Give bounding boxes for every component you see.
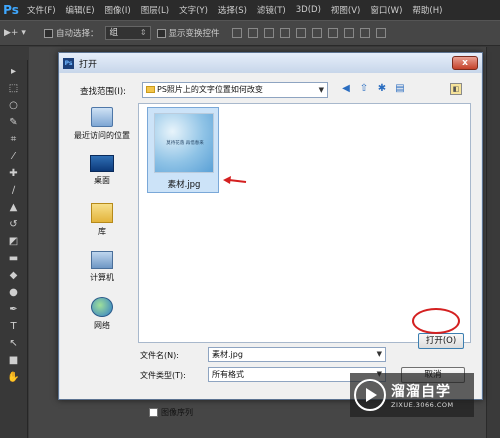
hand-icon[interactable]: ✋ — [6, 372, 22, 384]
history-brush-icon[interactable]: ↺ — [6, 219, 22, 231]
menu-window[interactable]: 窗口(W) — [365, 4, 407, 16]
library-icon — [91, 203, 113, 223]
menu-bar: Ps 文件(F) 编辑(E) 图像(I) 图层(L) 文字(Y) 选择(S) 滤… — [0, 0, 500, 20]
dodge-icon[interactable]: ● — [6, 287, 22, 299]
distribute-middle-icon[interactable] — [343, 28, 354, 38]
file-list: 莫待花落 再惜春来 素材.jpg — [138, 103, 471, 343]
menu-view[interactable]: 视图(V) — [326, 4, 365, 16]
toolbox: ▸ ⬚ ○ ✎ ⌗ ⁄ ✚ ∕ ▲ ↺ ◩ ▬ ◆ ● ✒ T ↖ ■ ✋ — [0, 60, 28, 438]
distribute-top-icon[interactable] — [327, 28, 338, 38]
file-name-label: 素材.jpg — [167, 180, 201, 190]
red-arrow-annotation — [223, 176, 247, 184]
menu-help[interactable]: 帮助(H) — [407, 4, 447, 16]
show-transform-checkbox[interactable]: 显示变换控件 — [156, 27, 220, 39]
menu-layer[interactable]: 图层(L) — [136, 4, 174, 16]
align-buttons — [231, 28, 386, 38]
look-in-label: 查找范围(I): — [80, 87, 127, 97]
quick-select-icon[interactable]: ✎ — [6, 117, 22, 129]
align-middle-icon[interactable] — [247, 28, 258, 38]
checkbox-icon — [149, 408, 158, 417]
align-left-icon[interactable] — [279, 28, 290, 38]
filetype-label: 文件类型(T): — [140, 371, 186, 380]
menu-type[interactable]: 文字(Y) — [174, 4, 213, 16]
tool-preset-picker[interactable]: ▶+ ▾ — [4, 28, 38, 38]
stamp-icon[interactable]: ▲ — [6, 202, 22, 214]
place-desktop[interactable]: 桌面 — [68, 155, 136, 186]
type-icon[interactable]: T — [6, 321, 22, 333]
move-icon[interactable]: ▸ — [6, 66, 22, 78]
align-center-icon[interactable] — [295, 28, 306, 38]
menu-filter[interactable]: 滤镜(T) — [252, 4, 291, 16]
thumbnail-text: 莫待花落 再惜春来 — [166, 141, 204, 146]
red-circle-annotation — [412, 308, 460, 334]
up-folder-icon[interactable]: ⇧ — [358, 83, 370, 95]
options-bar: ▶+ ▾ 自动选择： 组 显示变换控件 — [0, 20, 500, 46]
folder-icon — [146, 86, 155, 93]
image-sequence-checkbox[interactable]: 图像序列 — [149, 407, 193, 418]
menu-3d[interactable]: 3D(D) — [291, 5, 326, 15]
watermark: 溜溜自学 ZIXUE.3066.COM — [350, 373, 474, 417]
open-dialog: Ps 打开 x 查找范围(I): PS照片上的文字位置如何改变 ▼ ◀ ⇧ ✱ … — [58, 52, 483, 417]
gradient-icon[interactable]: ▬ — [6, 253, 22, 265]
watermark-url: ZIXUE.3066.COM — [391, 401, 454, 409]
auto-select-dropdown[interactable]: 组 — [104, 26, 151, 40]
image-thumbnail: 莫待花落 再惜春来 — [154, 113, 214, 173]
place-computer[interactable]: 计算机 — [68, 251, 136, 283]
menu-edit[interactable]: 编辑(E) — [61, 4, 100, 16]
menu-select[interactable]: 选择(S) — [213, 4, 252, 16]
photoshop-icon: Ps — [63, 57, 74, 69]
brush-icon[interactable]: ∕ — [6, 185, 22, 197]
chevron-down-icon: ▼ — [376, 350, 382, 358]
filename-input[interactable]: 素材.jpg ▼ — [208, 347, 386, 362]
place-recent[interactable]: 最近访问的位置 — [68, 107, 136, 141]
place-network[interactable]: 网络 — [68, 297, 136, 331]
distribute-left-icon[interactable] — [375, 28, 386, 38]
pen-icon[interactable]: ✒ — [6, 304, 22, 316]
menu-file[interactable]: 文件(F) — [22, 4, 61, 16]
file-item-selected[interactable]: 莫待花落 再惜春来 素材.jpg — [147, 107, 219, 193]
auto-select-checkbox[interactable]: 自动选择： — [44, 27, 99, 39]
back-icon[interactable]: ◀ — [340, 83, 352, 95]
panel-collapse-strip — [486, 47, 500, 438]
watermark-name: 溜溜自学 — [391, 384, 451, 400]
new-folder-icon[interactable]: ✱ — [376, 83, 388, 95]
desktop-icon — [90, 155, 114, 172]
navigation-buttons: ◀ ⇧ ✱ ▤ — [340, 83, 406, 95]
place-library[interactable]: 库 — [68, 203, 136, 237]
chevron-down-icon: ▼ — [318, 86, 324, 94]
lasso-icon[interactable]: ○ — [6, 100, 22, 112]
open-button[interactable]: 打开(O) — [418, 333, 464, 349]
view-menu-icon[interactable]: ▤ — [394, 83, 406, 95]
computer-icon — [91, 251, 113, 269]
recent-places-icon — [91, 107, 113, 127]
path-select-icon[interactable]: ↖ — [6, 338, 22, 350]
checkbox-icon — [44, 29, 53, 38]
shape-icon[interactable]: ■ — [6, 355, 22, 367]
filename-label: 文件名(N): — [140, 351, 179, 360]
marquee-icon[interactable]: ⬚ — [6, 83, 22, 95]
menu-image[interactable]: 图像(I) — [100, 4, 136, 16]
distribute-bottom-icon[interactable] — [359, 28, 370, 38]
places-bar: 最近访问的位置 桌面 库 计算机 网络 — [68, 103, 136, 343]
dialog-title: 打开 — [79, 59, 98, 70]
dialog-titlebar[interactable]: Ps 打开 x — [59, 53, 482, 73]
preview-icon[interactable]: ◧ — [450, 83, 462, 95]
look-in-dropdown[interactable]: PS照片上的文字位置如何改变 ▼ — [142, 82, 328, 98]
checkbox-icon — [156, 29, 166, 38]
healing-icon[interactable]: ✚ — [6, 168, 22, 180]
eraser-icon[interactable]: ◩ — [6, 236, 22, 248]
eyedropper-icon[interactable]: ⁄ — [6, 151, 22, 163]
align-bottom-icon[interactable] — [263, 28, 274, 38]
network-icon — [91, 297, 113, 317]
align-right-icon[interactable] — [311, 28, 322, 38]
dialog-body: 查找范围(I): PS照片上的文字位置如何改变 ▼ ◀ ⇧ ✱ ▤ ◧ 最近访问… — [60, 73, 481, 399]
align-top-icon[interactable] — [231, 28, 242, 38]
close-button[interactable]: x — [452, 56, 478, 70]
play-logo-icon — [354, 379, 386, 411]
photoshop-logo: Ps — [3, 3, 19, 17]
blur-icon[interactable]: ◆ — [6, 270, 22, 282]
crop-icon[interactable]: ⌗ — [6, 134, 22, 146]
